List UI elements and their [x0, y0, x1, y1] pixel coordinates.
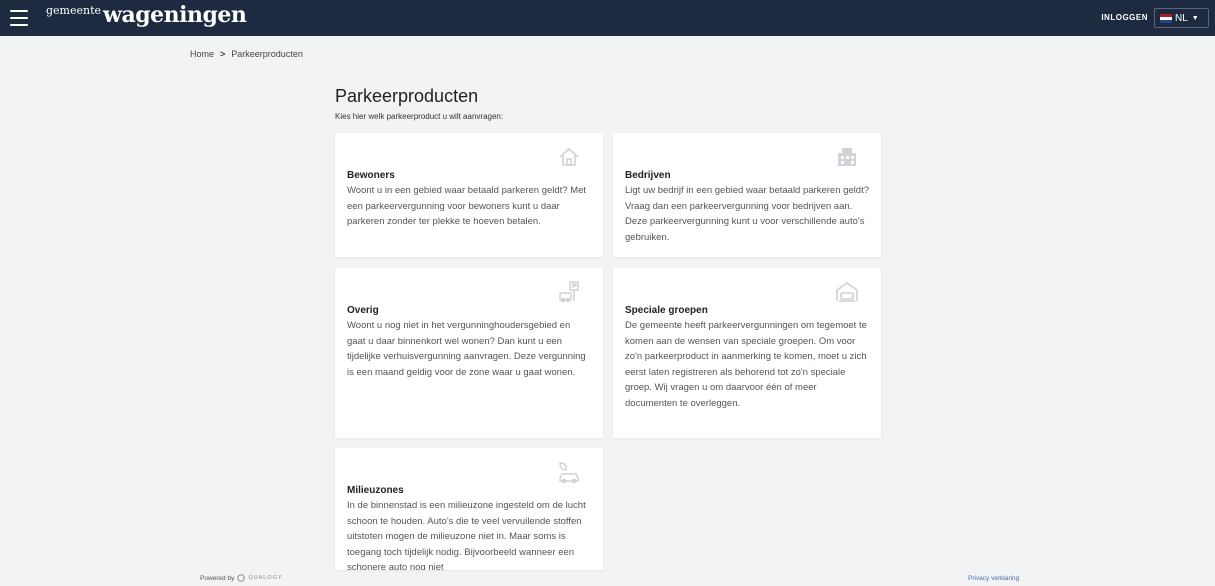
breadcrumb-separator: >	[220, 49, 226, 59]
card-title: Milieuzones	[347, 485, 404, 496]
card-title: Overig	[347, 305, 379, 316]
card-description: Woont u in een gebied waar betaald parke…	[347, 185, 587, 227]
login-button[interactable]: INLOGGEN	[1101, 13, 1148, 22]
dutch-flag-icon	[1160, 13, 1172, 23]
car-garage-icon	[836, 282, 858, 302]
parking-sign-icon	[559, 281, 579, 303]
card-description: Ligt uw bedrijf in een gebied waar betaa…	[625, 185, 869, 243]
office-building-icon	[838, 148, 856, 166]
breadcrumb-home[interactable]: Home	[190, 49, 214, 59]
card-bedrijven[interactable]: Bedrijven Ligt uw bedrijf in een gebied …	[613, 133, 881, 257]
house-icon	[559, 147, 579, 166]
language-selector[interactable]: NL ▼	[1154, 8, 1209, 28]
card-bewoners[interactable]: Bewoners Woont u in een gebied waar beta…	[335, 133, 603, 257]
powered-by-brand: QUALOGY	[248, 575, 283, 581]
card-speciale-groepen[interactable]: Speciale groepen De gemeente heeft parke…	[613, 268, 881, 438]
logo[interactable]: gemeentewageningen	[46, 2, 247, 28]
eco-car-icon	[559, 462, 579, 484]
card-description: Woont u nog niet in het vergunninghouder…	[347, 320, 586, 378]
chevron-down-icon: ▼	[1191, 14, 1199, 22]
page-title: Parkeerproducten	[335, 86, 479, 106]
breadcrumb: Home > Parkeerproducten	[190, 49, 303, 59]
card-title: Speciale groepen	[625, 305, 708, 316]
card-description: De gemeente heeft parkeervergunningen om…	[625, 320, 867, 409]
privacy-link[interactable]: Privacy verklaring	[968, 575, 1019, 582]
breadcrumb-current: Parkeerproducten	[231, 49, 303, 59]
qualogy-logo-icon	[237, 574, 246, 582]
top-navigation-bar: gemeentewageningen INLOGGEN NL ▼	[0, 0, 1215, 36]
card-milieuzones[interactable]: Milieuzones In de binnenstad is een mili…	[335, 448, 603, 570]
card-title: Bewoners	[347, 170, 395, 181]
card-overig[interactable]: Overig Woont u nog niet in het vergunnin…	[335, 268, 603, 438]
menu-icon[interactable]	[10, 10, 28, 26]
card-description: In de binnenstad is een milieuzone inges…	[347, 500, 586, 570]
page-subtitle: Kies hier welk parkeerproduct u wilt aan…	[335, 112, 504, 121]
card-title: Bedrijven	[625, 170, 671, 181]
powered-by-label: Powered by	[200, 574, 235, 582]
language-label: NL	[1175, 12, 1188, 24]
powered-by: Powered by QUALOGY	[200, 574, 283, 582]
logo-prefix: gemeente	[46, 4, 102, 17]
logo-name: wageningen	[103, 2, 247, 28]
